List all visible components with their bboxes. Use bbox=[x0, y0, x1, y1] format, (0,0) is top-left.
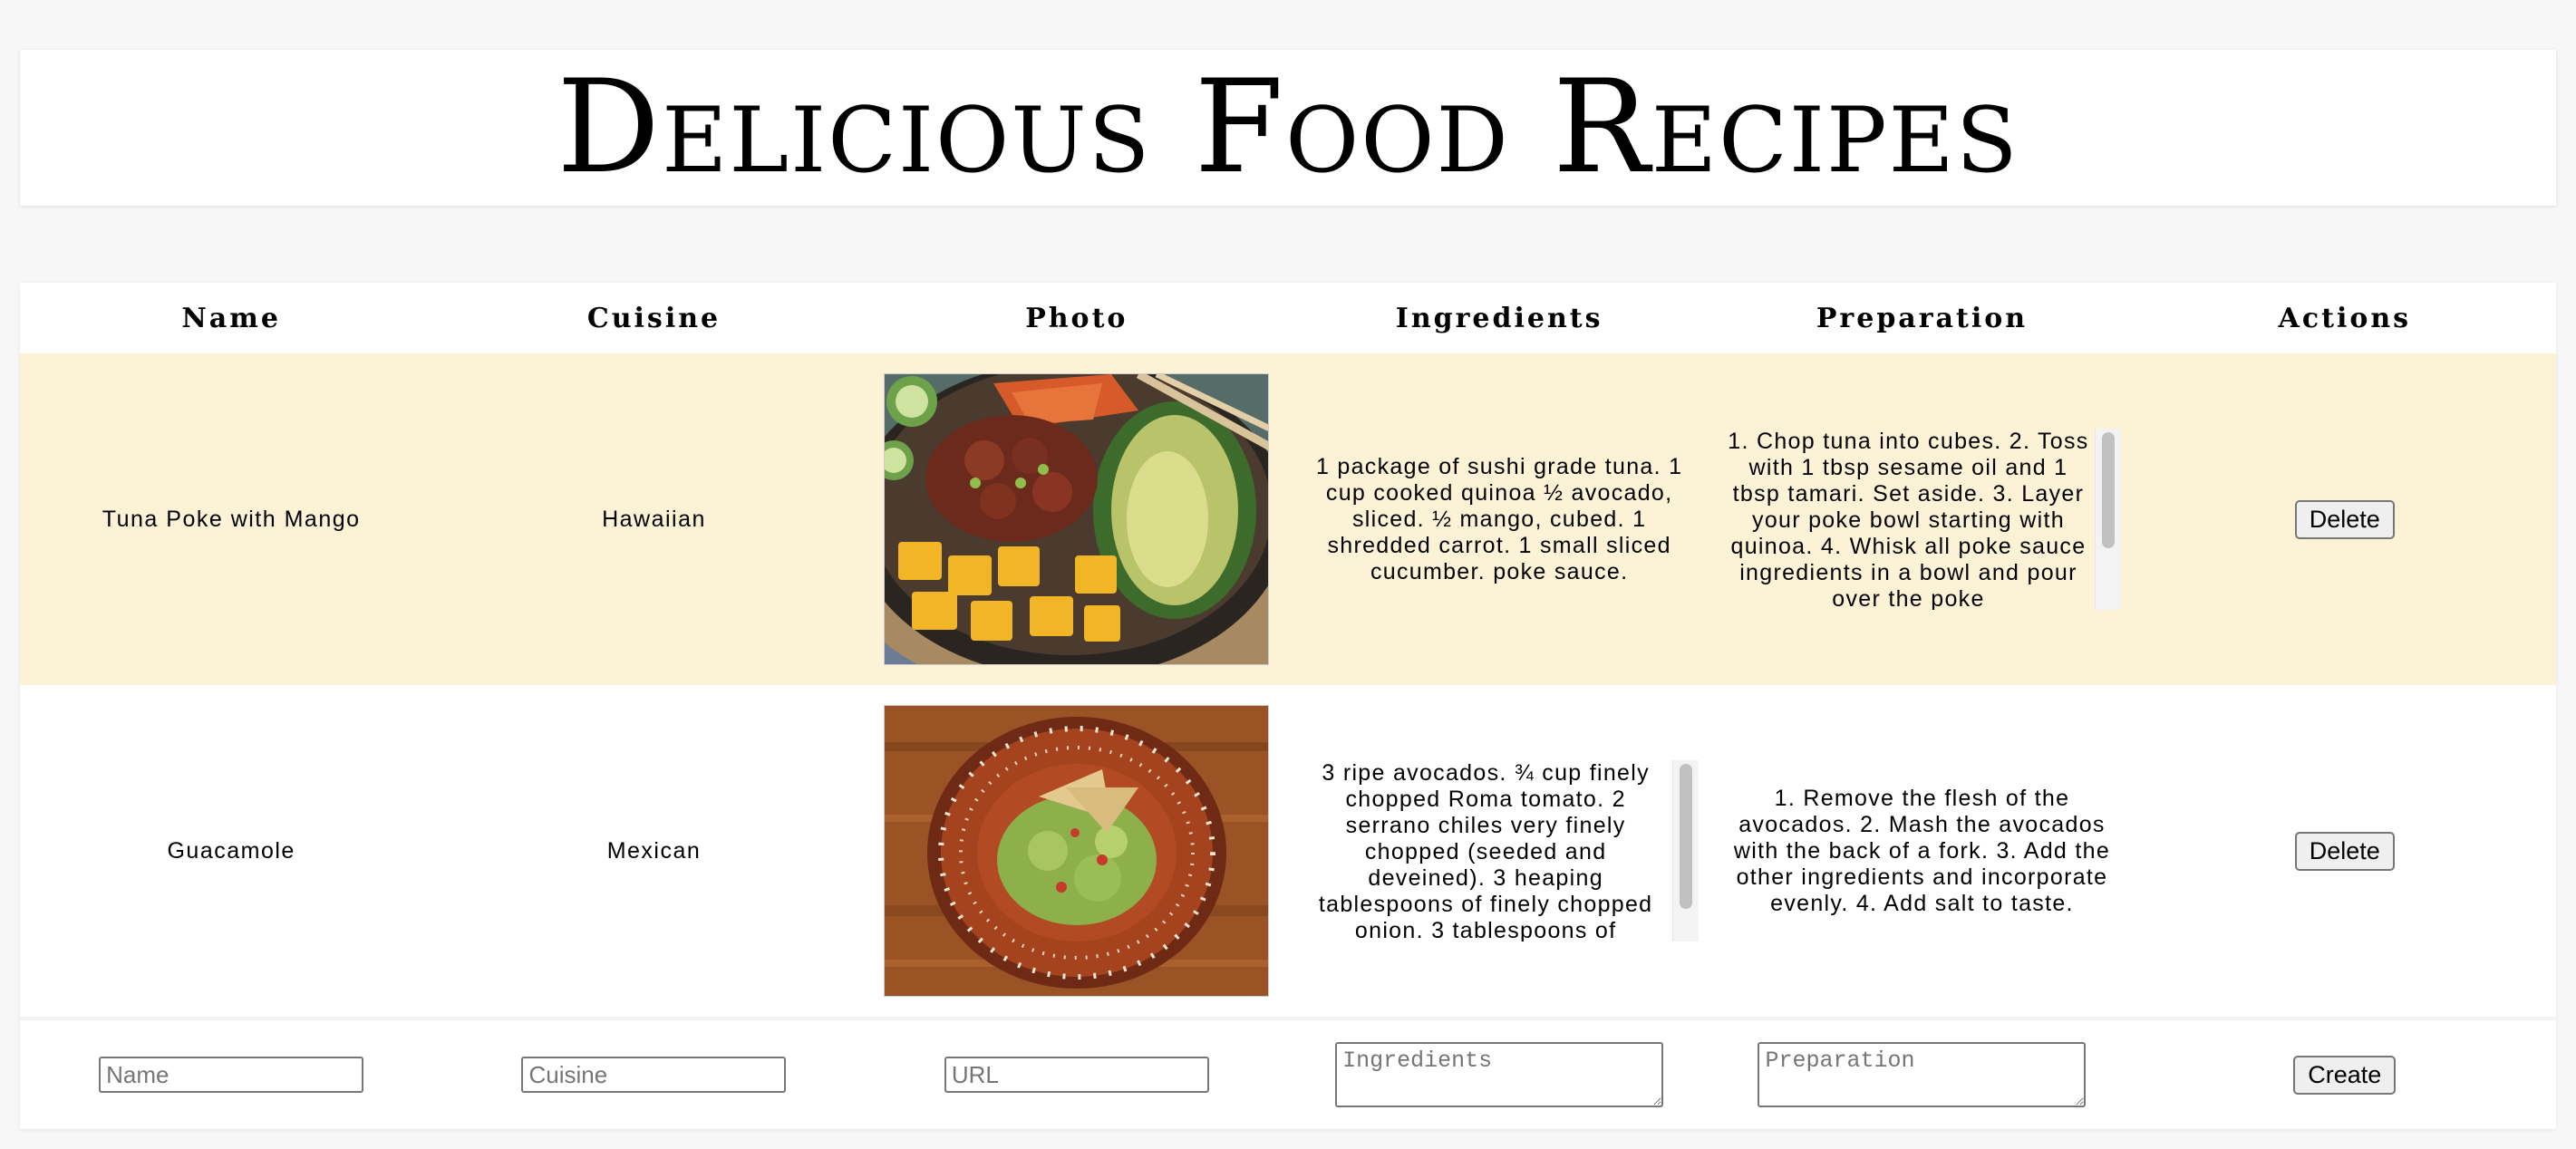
recipe-ingredients: 1 package of sushi grade tuna. 1 cup coo… bbox=[1315, 453, 1683, 584]
page-header: Delicious Food Recipes bbox=[20, 50, 2556, 206]
preparation-input-cell bbox=[1710, 1020, 2133, 1129]
delete-button[interactable]: Delete bbox=[2294, 499, 2395, 539]
cuisine-input[interactable] bbox=[521, 1057, 787, 1093]
recipe-name: Tuna Poke with Mango bbox=[102, 506, 361, 532]
ingredients-input-cell bbox=[1288, 1020, 1710, 1129]
recipe-photo bbox=[884, 373, 1270, 665]
cuisine-input-cell bbox=[442, 1020, 865, 1129]
recipe-cuisine: Mexican bbox=[606, 837, 702, 864]
preparation-cell: 1. Chop tuna into cubes. 2. Toss with 1 … bbox=[1710, 353, 2133, 685]
preparation-scroll-area[interactable]: 1. Chop tuna into cubes. 2. Toss with 1 … bbox=[1722, 429, 2122, 610]
name-input[interactable] bbox=[99, 1057, 364, 1093]
actions-cell: Delete bbox=[2134, 685, 2556, 1017]
create-button[interactable]: Create bbox=[2293, 1055, 2397, 1095]
recipe-ingredients: 3 ripe avocados. ¾ cup finely chopped Ro… bbox=[1318, 760, 1653, 941]
scrollbar-thumb[interactable] bbox=[1680, 764, 1693, 909]
new-recipe-form-row: Create bbox=[20, 1017, 2556, 1129]
column-header-actions: Actions bbox=[2278, 302, 2412, 334]
column-header-photo: Photo bbox=[1025, 302, 1128, 334]
ingredients-textarea[interactable] bbox=[1335, 1042, 1664, 1107]
table-row: Tuna Poke with Mango Hawaiian 1 package … bbox=[20, 353, 2556, 685]
preparation-cell: 1. Remove the flesh of the avocados. 2. … bbox=[1710, 685, 2133, 1017]
url-input-cell bbox=[866, 1020, 1288, 1129]
delete-button[interactable]: Delete bbox=[2294, 831, 2395, 871]
scrollbar-thumb[interactable] bbox=[2102, 432, 2116, 548]
recipe-cuisine: Hawaiian bbox=[602, 506, 706, 532]
recipe-name: Guacamole bbox=[167, 837, 295, 864]
vertical-scrollbar[interactable] bbox=[2095, 429, 2122, 610]
photo-cell bbox=[866, 353, 1288, 685]
ingredients-cell: 3 ripe avocados. ¾ cup finely chopped Ro… bbox=[1288, 685, 1710, 1017]
photo-cell bbox=[866, 685, 1288, 1017]
column-header-preparation: Preparation bbox=[1816, 302, 2029, 334]
recipe-preparation: 1. Remove the flesh of the avocados. 2. … bbox=[1733, 785, 2111, 916]
page-title: Delicious Food Recipes bbox=[557, 53, 2019, 202]
preparation-textarea[interactable] bbox=[1758, 1042, 2087, 1107]
url-input[interactable] bbox=[944, 1057, 1209, 1093]
column-header-ingredients: Ingredients bbox=[1395, 302, 1603, 334]
actions-cell: Delete bbox=[2134, 353, 2556, 685]
recipe-photo bbox=[884, 705, 1270, 997]
recipe-table: Name Cuisine Photo Ingredients Preparati… bbox=[20, 283, 2556, 1129]
column-header-name: Name bbox=[181, 302, 282, 334]
recipe-preparation: 1. Chop tuna into cubes. 2. Toss with 1 … bbox=[1728, 429, 2089, 610]
vertical-scrollbar[interactable] bbox=[1672, 760, 1700, 941]
name-input-cell bbox=[20, 1020, 442, 1129]
ingredients-cell: 1 package of sushi grade tuna. 1 cup coo… bbox=[1288, 353, 1710, 685]
column-header-cuisine: Cuisine bbox=[586, 302, 721, 334]
table-row: Guacamole Mexican 3 ripe avocados. ¾ cup… bbox=[20, 685, 2556, 1017]
create-button-cell: Create bbox=[2134, 1020, 2556, 1129]
ingredients-scroll-area[interactable]: 3 ripe avocados. ¾ cup finely chopped Ro… bbox=[1300, 760, 1700, 941]
table-header-row: Name Cuisine Photo Ingredients Preparati… bbox=[20, 283, 2556, 353]
